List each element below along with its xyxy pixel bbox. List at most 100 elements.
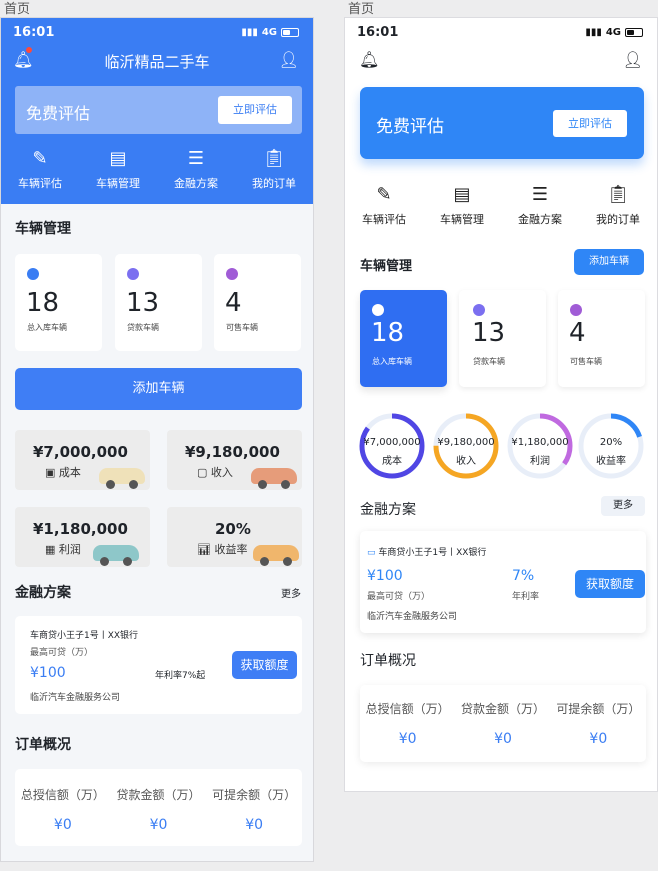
stat-total[interactable]: 18 总入库车辆 — [360, 290, 447, 387]
edit-doc-icon: ✎ — [376, 184, 392, 205]
product-name: ▭ 车商贷小王子1号丨XX银行 — [367, 545, 486, 558]
page-title: 临沂精品二手车 — [104, 53, 210, 71]
evaluate-button[interactable]: 立即评估 — [553, 110, 627, 137]
user-icon[interactable]: 👤︎ — [623, 50, 643, 69]
orders-row: 总授信额（万） ¥0 贷款金额（万） ¥0 可提余额（万） ¥0 — [360, 700, 646, 747]
ring-label: 成本 — [382, 456, 402, 467]
nav-label: 金融方案 — [174, 177, 218, 190]
stat-sale[interactable]: 4 可售车辆 — [214, 254, 301, 351]
max-loan-amount: ¥100 — [30, 665, 66, 681]
nav-orders[interactable]: 📋︎ 我的订单 — [235, 148, 313, 191]
stat-label: 可售车辆 — [226, 323, 258, 332]
car-image — [93, 545, 139, 566]
nav-label: 我的订单 — [596, 213, 640, 226]
ring-yield: 20% 收益率 — [578, 413, 644, 479]
ring-profit: ¥1,180,000 利润 — [507, 413, 573, 479]
order-label: 总授信额（万） — [20, 788, 105, 802]
nav-finance[interactable]: ☰ 金融方案 — [501, 184, 579, 227]
fin-label-text: 利润 — [58, 543, 81, 556]
orders-section-title: 订单概况 — [15, 737, 71, 753]
rate-label: 年利率7%起 — [155, 671, 206, 681]
stat-loan[interactable]: 13 贷款车辆 — [459, 290, 546, 387]
quick-nav: ✎ 车辆评估 ▤ 车辆管理 ☰ 金融方案 📋︎ 我的订单 — [345, 184, 657, 227]
order-col: 总授信额（万） ¥0 — [360, 700, 455, 747]
stat-label: 贷款车辆 — [473, 357, 505, 366]
finance-more-link[interactable]: 更多 — [601, 496, 645, 516]
orders-card: 总授信额（万） ¥0 贷款金额（万） ¥0 可提余额（万） ¥0 — [15, 769, 302, 846]
warehouse-icon — [372, 304, 384, 316]
fin-label: ▢ 收入 — [197, 464, 233, 480]
evaluate-title: 免费评估 — [376, 117, 444, 137]
add-vehicle-button[interactable]: 添加车辆 — [574, 249, 644, 275]
fin-label: 📊︎ 收益率 — [197, 541, 247, 557]
fin-value: ¥7,000,000 — [33, 443, 128, 461]
fin-label: ▦ 利润 — [45, 541, 81, 557]
bell-icon[interactable]: 🔔︎ — [359, 50, 379, 69]
max-loan-label: 最高可贷（万） — [30, 648, 94, 658]
income-icon: ▢ — [197, 466, 211, 479]
stat-sale[interactable]: 4 可售车辆 — [558, 290, 645, 387]
ring-value: ¥1,180,000 — [511, 437, 569, 448]
stat-loan[interactable]: 13 贷款车辆 — [115, 254, 202, 351]
order-value: ¥0 — [149, 817, 168, 833]
user-icon[interactable]: 👤︎ — [279, 50, 299, 69]
car-image — [99, 468, 145, 489]
nav-vehicle-eval[interactable]: ✎ 车辆评估 — [1, 148, 79, 191]
ring-label: 收益率 — [596, 456, 626, 467]
company-name: 临沂汽车金融服务公司 — [30, 693, 121, 703]
signal-icon: ▮▮▮ — [585, 27, 602, 38]
fin-value: 20% — [215, 520, 251, 538]
finance-card: 车商贷小王子1号丨XX银行 最高可贷（万） ¥100 年利率7%起 临沂汽车金融… — [15, 616, 302, 714]
vehicle-section-title: 车辆管理 — [360, 259, 413, 274]
ring-label: 收入 — [456, 456, 476, 467]
warehouse-icon — [27, 268, 39, 280]
orders-section-title: 订单概况 — [360, 653, 416, 669]
nav-label: 车辆管理 — [440, 213, 484, 226]
ring-label: 利润 — [530, 456, 550, 467]
fin-label-text: 收益率 — [214, 543, 248, 556]
nav-vehicle-manage[interactable]: ▤ 车辆管理 — [423, 184, 501, 227]
stat-total[interactable]: 18 总入库车辆 — [15, 254, 102, 351]
order-value: ¥0 — [53, 817, 72, 833]
stat-label: 可售车辆 — [570, 357, 602, 366]
order-value: ¥0 — [245, 817, 264, 833]
get-quota-button[interactable]: 获取额度 — [575, 570, 645, 598]
ring-cost: ¥7,000,000 成本 — [359, 413, 425, 479]
bank-card-icon: ▭ — [367, 548, 379, 558]
nav-label: 车辆评估 — [362, 213, 406, 226]
order-label: 可提余额（万） — [556, 702, 641, 716]
quick-nav: ✎ 车辆评估 ▤ 车辆管理 ☰ 金融方案 📋︎ 我的订单 — [1, 148, 313, 191]
fin-label: ▣ 成本 — [45, 464, 81, 480]
nav-finance[interactable]: ☰ 金融方案 — [157, 148, 235, 191]
stat-value: 18 — [371, 318, 405, 348]
product-name-text: 车商贷小王子1号丨XX银行 — [378, 548, 487, 558]
finance-section-title: 金融方案 — [15, 585, 71, 601]
evaluate-banner: 免费评估 立即评估 — [15, 86, 302, 134]
signal-icon: ▮▮▮ — [241, 27, 258, 38]
nav-vehicle-eval[interactable]: ✎ 车辆评估 — [345, 184, 423, 227]
max-loan-label: 最高可贷（万） — [367, 592, 431, 602]
get-quota-button[interactable]: 获取额度 — [232, 651, 297, 679]
stat-label: 总入库车辆 — [372, 357, 412, 366]
order-col: 可提余额（万） ¥0 — [206, 786, 302, 833]
evaluate-button[interactable]: 立即评估 — [218, 96, 292, 124]
finance-more-link[interactable]: 更多 — [281, 585, 301, 600]
stat-value: 18 — [26, 288, 60, 318]
nav-label: 车辆管理 — [96, 177, 140, 190]
car-image — [253, 545, 299, 566]
loan-icon — [473, 304, 485, 316]
order-col: 贷款金额（万） ¥0 — [455, 700, 550, 747]
order-label: 贷款金额（万） — [460, 702, 545, 716]
edit-doc-icon: ✎ — [32, 148, 48, 169]
stat-value: 4 — [225, 288, 242, 318]
battery-icon — [281, 28, 299, 37]
sale-icon — [226, 268, 238, 280]
add-vehicle-button[interactable]: 添加车辆 — [15, 368, 302, 410]
loan-icon — [127, 268, 139, 280]
stat-value: 13 — [472, 318, 506, 348]
status-time: 16:01 — [357, 25, 399, 40]
nav-vehicle-manage[interactable]: ▤ 车辆管理 — [79, 148, 157, 191]
profit-icon: ▦ — [45, 543, 59, 556]
nav-label: 车辆评估 — [18, 177, 62, 190]
nav-orders[interactable]: 📋︎ 我的订单 — [579, 184, 657, 227]
